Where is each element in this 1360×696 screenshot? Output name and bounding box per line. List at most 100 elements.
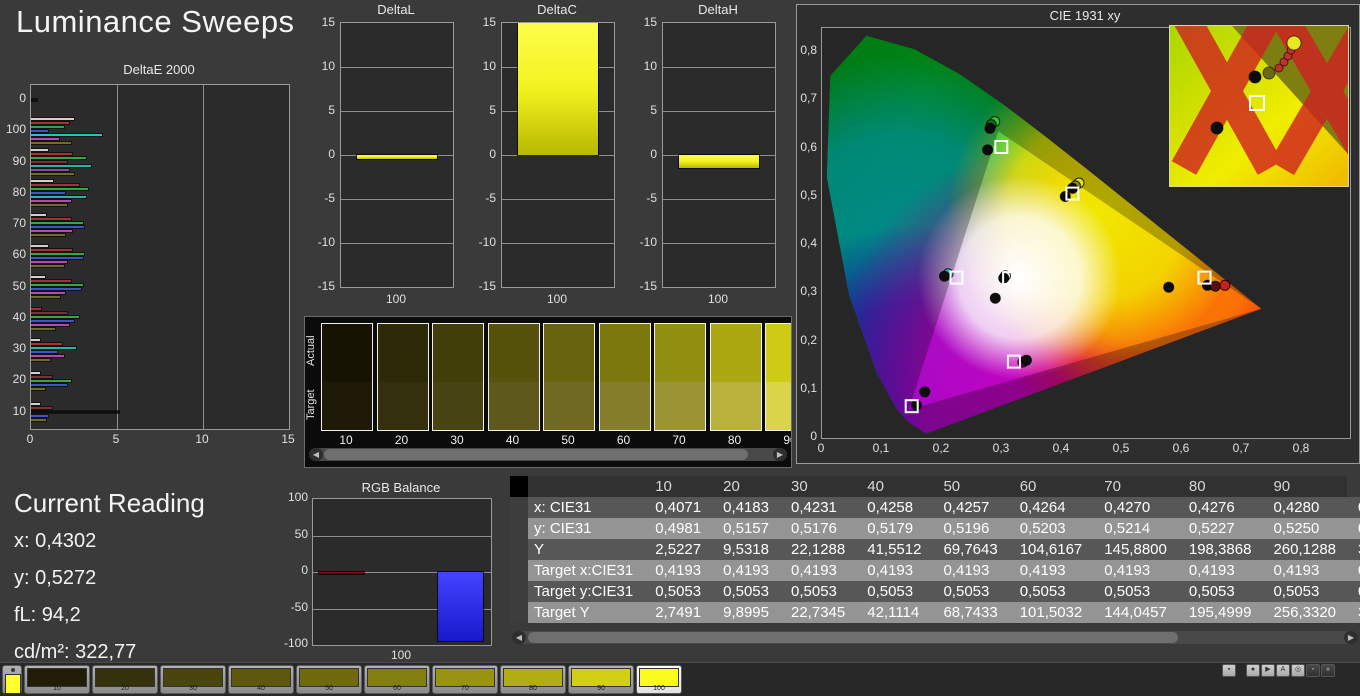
mini-gridline xyxy=(341,111,453,112)
table-cell: 104,6167 xyxy=(1008,539,1094,560)
table-header-empty xyxy=(528,476,645,497)
deltae-bar xyxy=(31,213,47,216)
mini-chart-plot xyxy=(340,22,454,288)
table-cell: 260,1288 xyxy=(1262,539,1348,560)
table-cell: 256,3320 xyxy=(1262,602,1348,623)
mini-y-tick-label: 10 xyxy=(643,59,657,73)
patch-tile-80[interactable]: 80 xyxy=(500,665,566,694)
deltae-y-tick-label: 30 xyxy=(12,341,26,356)
mini-y-tick-label: -5 xyxy=(485,191,496,205)
patch-tile-60[interactable]: 60 xyxy=(364,665,430,694)
table-cell-partial: 0 xyxy=(1347,581,1360,602)
mini-x-label: 100 xyxy=(707,292,729,306)
table-corner-cell xyxy=(510,476,528,497)
toolbar-icon-button[interactable]: ◎ xyxy=(1291,664,1305,677)
patch-tile-30[interactable]: 30 xyxy=(160,665,226,694)
sweep-swatch xyxy=(765,323,791,431)
table-scroll-left-arrow-icon[interactable]: ◀ xyxy=(512,631,526,644)
toolbar-icon-button[interactable]: ▪ xyxy=(1306,664,1320,677)
deltae-bar xyxy=(31,342,62,345)
patch-tile-label: 40 xyxy=(257,685,265,692)
patch-tile-20[interactable]: 20 xyxy=(92,665,158,694)
deltae-gridline xyxy=(203,85,204,429)
cie-x-tick-label: 0,5 xyxy=(1112,441,1130,455)
current-patch-swatch xyxy=(5,674,21,694)
mini-chart-title: DeltaC xyxy=(537,2,577,17)
mini-gridline xyxy=(341,199,453,200)
current-reading-title: Current Reading xyxy=(14,488,205,518)
toolbar-mini-icon[interactable]: ▪ xyxy=(1222,664,1236,677)
cie-measured-point xyxy=(1209,280,1221,292)
table-scrollbar[interactable]: ◀ ▶ xyxy=(512,631,1358,644)
patch-tile-40[interactable]: 40 xyxy=(228,665,294,694)
deltae-y-tick-label: 70 xyxy=(12,216,26,231)
table-cell: 0,5250 xyxy=(1262,518,1348,539)
rgb-bar-blue xyxy=(437,572,483,642)
table-cell: 68,7433 xyxy=(932,602,1009,623)
current-reading-line: y: 0,5272 xyxy=(14,567,97,589)
deltae-chart-title: DeltaE 2000 xyxy=(123,62,195,77)
mini-y-tick-label: 0 xyxy=(650,147,657,161)
table-cell: 0,4257 xyxy=(932,497,1009,518)
deltae-bar xyxy=(31,338,40,341)
mini-y-tick-label: -5 xyxy=(646,191,657,205)
table-cell: 0,5053 xyxy=(856,581,933,602)
cie-chart-title: CIE 1931 xy xyxy=(1049,8,1121,23)
sweep-scrollbar-thumb[interactable] xyxy=(324,449,748,460)
measurement-table: 10 20 30 40 50 60 70 80 90 x: CIE31 0,4071 0,4183 0,… xyxy=(510,476,1360,623)
table-cell: 0,5053 xyxy=(1008,581,1094,602)
calibration-app-window: Luminance Sweeps DeltaE 2000 0 100 90 80 70 6… xyxy=(0,0,1360,696)
sweep-swatch-label: 60 xyxy=(616,433,631,447)
table-cell: 0,5053 xyxy=(932,581,1009,602)
target-row-label: Target xyxy=(305,389,317,421)
patch-tile-100[interactable]: 100 xyxy=(636,665,682,694)
cie-measured-point xyxy=(910,399,922,411)
sweep-scroll-left-arrow-icon[interactable]: ◀ xyxy=(309,448,323,461)
table-header-row: 10 20 30 40 50 60 70 80 90 xyxy=(510,476,1360,497)
toolbar-icon-button[interactable]: ● xyxy=(1321,664,1335,677)
deltae-bar xyxy=(31,192,66,195)
toolbar-icon-button[interactable]: ● xyxy=(1246,664,1260,677)
toolbar-icon-button[interactable]: ▶ xyxy=(1261,664,1275,677)
patch-tile-70[interactable]: 70 xyxy=(432,665,498,694)
table-cell: 0,4183 xyxy=(712,497,780,518)
table-row-label: Target Y xyxy=(528,602,645,623)
sweep-scrollbar[interactable]: ◀ ▶ xyxy=(309,448,787,461)
table-scroll-right-arrow-icon[interactable]: ▶ xyxy=(1344,631,1358,644)
deltae-x-tick-label: 15 xyxy=(281,432,295,446)
cie-x-tick-label: 0,4 xyxy=(1052,441,1070,455)
deltae-bar xyxy=(31,380,71,383)
sweep-swatch-target xyxy=(488,382,539,430)
cie-inset-point xyxy=(1248,70,1262,84)
table-cell: 0,4193 xyxy=(1177,560,1263,581)
sweep-swatch-label: 20 xyxy=(394,433,409,447)
toolbar-icon-button[interactable]: A xyxy=(1276,664,1290,677)
sweep-swatch-actual xyxy=(710,324,761,383)
mini-gridline xyxy=(663,67,775,68)
current-patch-tile[interactable] xyxy=(2,665,22,694)
patch-tile-10[interactable]: 10 xyxy=(24,665,90,694)
patch-tile-label: 70 xyxy=(461,685,469,692)
table-cell: 0,4264 xyxy=(1008,497,1094,518)
sweep-scroll-right-arrow-icon[interactable]: ▶ xyxy=(773,448,787,461)
patch-tile-label: 80 xyxy=(529,685,537,692)
patch-tile-50[interactable]: 50 xyxy=(296,665,362,694)
deltae-bar xyxy=(31,257,83,259)
table-scrollbar-thumb[interactable] xyxy=(528,632,1178,643)
rgb-gridline xyxy=(313,535,491,537)
patch-tile-label: 50 xyxy=(325,685,333,692)
table-cell: 0,5179 xyxy=(856,518,933,539)
mini-x-label: 100 xyxy=(385,292,407,306)
table-row-label: y: CIE31 xyxy=(528,518,645,539)
sweep-swatch xyxy=(598,323,651,431)
mini-y-tick-label: 0 xyxy=(328,147,335,161)
deltae-bar xyxy=(31,296,61,299)
sweep-swatch-actual xyxy=(766,324,791,383)
deltae-bar xyxy=(31,323,69,326)
cie-x-tick-label: 0 xyxy=(817,441,825,455)
deltae-y-tick-label: 10 xyxy=(12,403,26,418)
table-column-header: 50 xyxy=(932,476,1009,497)
mini-y-tick-label: -10 xyxy=(317,235,335,249)
deltae-bar xyxy=(31,229,73,232)
patch-tile-90[interactable]: 90 xyxy=(568,665,634,694)
